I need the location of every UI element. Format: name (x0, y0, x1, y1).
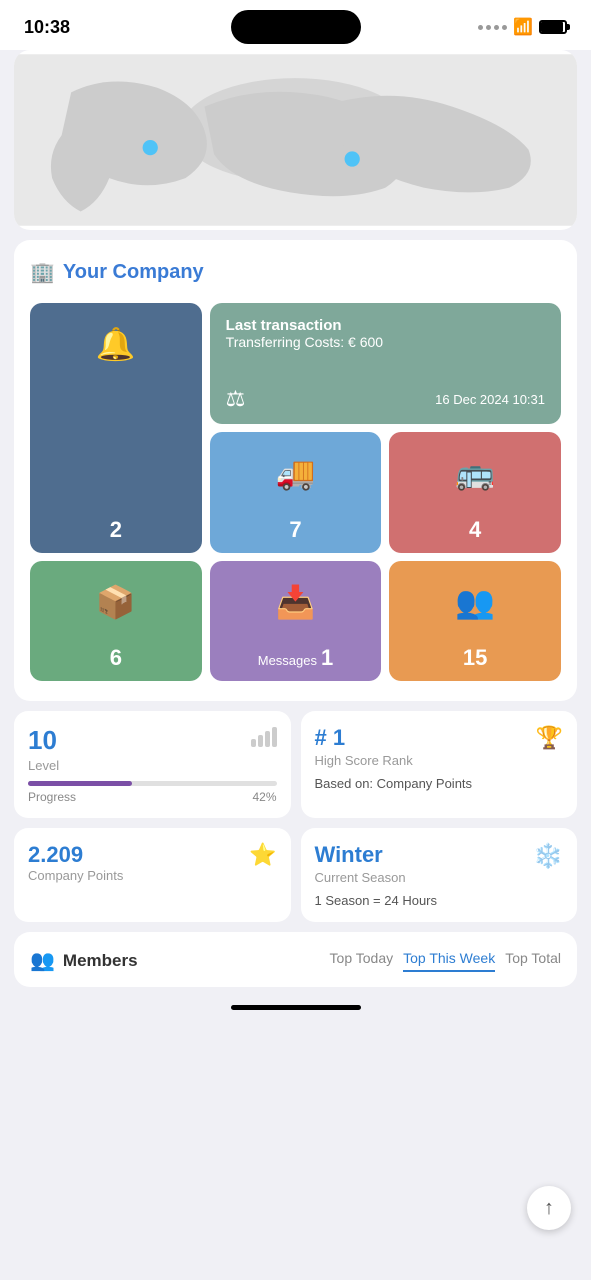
signal-dots-icon (478, 25, 507, 30)
bell-icon: 🔔 (96, 325, 136, 363)
transaction-amount: Transferring Costs: € 600 (226, 334, 545, 350)
tab-top-today[interactable]: Top Today (330, 950, 394, 972)
dynamic-island (231, 10, 361, 44)
members-icon: 👥 (30, 948, 55, 973)
points-label: Company Points (28, 868, 123, 883)
rank-card-inner: # 1 High Score Rank 🏆 (315, 725, 564, 776)
tile-inventory[interactable]: 📦 6 (30, 561, 202, 681)
level-card: 10 Level Progress 42% (14, 711, 291, 818)
progress-bar-fill (28, 781, 132, 786)
company-header: 🏢 Your Company (30, 260, 561, 285)
tiles-grid: 🔔 2 Last transaction Transferring Costs:… (30, 303, 561, 553)
season-card: Winter Current Season ❄️ 1 Season = 24 H… (301, 828, 578, 922)
season-info: 1 Season = 24 Hours (315, 893, 564, 908)
level-label: Level (28, 758, 59, 773)
level-bars-icon (251, 725, 277, 747)
home-bar (231, 1005, 361, 1010)
transaction-bottom: ⚖ 16 Dec 2024 10:31 (226, 386, 545, 412)
rank-label: High Score Rank (315, 753, 413, 768)
rank-number: # 1 (315, 725, 413, 751)
balance-icon: ⚖ (226, 386, 246, 412)
trophy-icon: 🏆 (536, 725, 563, 751)
stats-row-2: 2.209 Company Points ⭐ Winter Current Se… (14, 828, 577, 922)
members-header: 👥 Members Top Today Top This Week Top To… (30, 948, 561, 973)
members-tabs: Top Today Top This Week Top Total (330, 950, 561, 972)
transaction-title: Last transaction (226, 317, 545, 334)
truck-icon: 🚚 (276, 454, 316, 492)
company-card: 🏢 Your Company 🔔 2 Last transaction Tran… (14, 240, 577, 701)
battery-icon (539, 20, 567, 34)
tile-people-value: 15 (463, 645, 487, 671)
boxes-icon: 📦 (96, 583, 136, 621)
tile-notifications[interactable]: 🔔 2 (30, 303, 202, 553)
points-number: 2.209 (28, 842, 123, 868)
people-icon: 👥 (455, 583, 495, 621)
tile-transport[interactable]: 🚌 4 (389, 432, 561, 553)
members-section: 👥 Members Top Today Top This Week Top To… (14, 932, 577, 987)
tile-people[interactable]: 👥 15 (389, 561, 561, 681)
status-time: 10:38 (24, 17, 70, 38)
members-title: Members (63, 951, 138, 971)
tab-top-week[interactable]: Top This Week (403, 950, 495, 972)
members-title-group: 👥 Members (30, 948, 138, 973)
progress-bar-bg (28, 781, 277, 786)
snowflake-icon: ❄️ (533, 842, 563, 871)
level-number: 10 (28, 725, 59, 756)
status-icons: 📶 (478, 17, 567, 37)
tile-messages[interactable]: 📥 Messages 1 (210, 561, 382, 681)
tile-trucks[interactable]: 🚚 7 (210, 432, 382, 553)
transaction-tile[interactable]: Last transaction Transferring Costs: € 6… (210, 303, 561, 424)
inbox-icon: 📥 (276, 583, 316, 621)
home-indicator (0, 997, 591, 1020)
wifi-icon: 📶 (513, 17, 533, 37)
tile-transport-value: 4 (469, 517, 481, 543)
stats-row-1: 10 Level Progress 42% # 1 High Score Ran… (14, 711, 577, 818)
world-map (14, 50, 577, 230)
tab-top-total[interactable]: Top Total (505, 950, 561, 972)
rank-based: Based on: Company Points (315, 776, 564, 791)
tile-notifications-value: 2 (110, 517, 122, 543)
points-card: 2.209 Company Points ⭐ (14, 828, 291, 922)
progress-label: Progress (28, 790, 76, 804)
tile-inventory-value: 6 (110, 645, 122, 671)
season-name: Winter (315, 842, 406, 868)
rank-card: # 1 High Score Rank 🏆 Based on: Company … (301, 711, 578, 818)
star-icon: ⭐ (249, 842, 276, 868)
season-label: Current Season (315, 870, 406, 885)
transaction-date: 16 Dec 2024 10:31 (435, 392, 545, 407)
bus-icon: 🚌 (455, 454, 495, 492)
building-icon: 🏢 (30, 260, 55, 285)
tile-messages-label: Messages (258, 653, 317, 668)
status-bar: 10:38 📶 (0, 0, 591, 50)
map-section (14, 50, 577, 230)
arrow-up-icon: ↑ (544, 1197, 554, 1220)
progress-pct: 42% (252, 790, 276, 804)
tile-trucks-value: 7 (289, 517, 301, 543)
scroll-to-top-button[interactable]: ↑ (527, 1186, 571, 1230)
company-title: Your Company (63, 261, 204, 284)
tile-messages-value: 1 (321, 645, 333, 671)
